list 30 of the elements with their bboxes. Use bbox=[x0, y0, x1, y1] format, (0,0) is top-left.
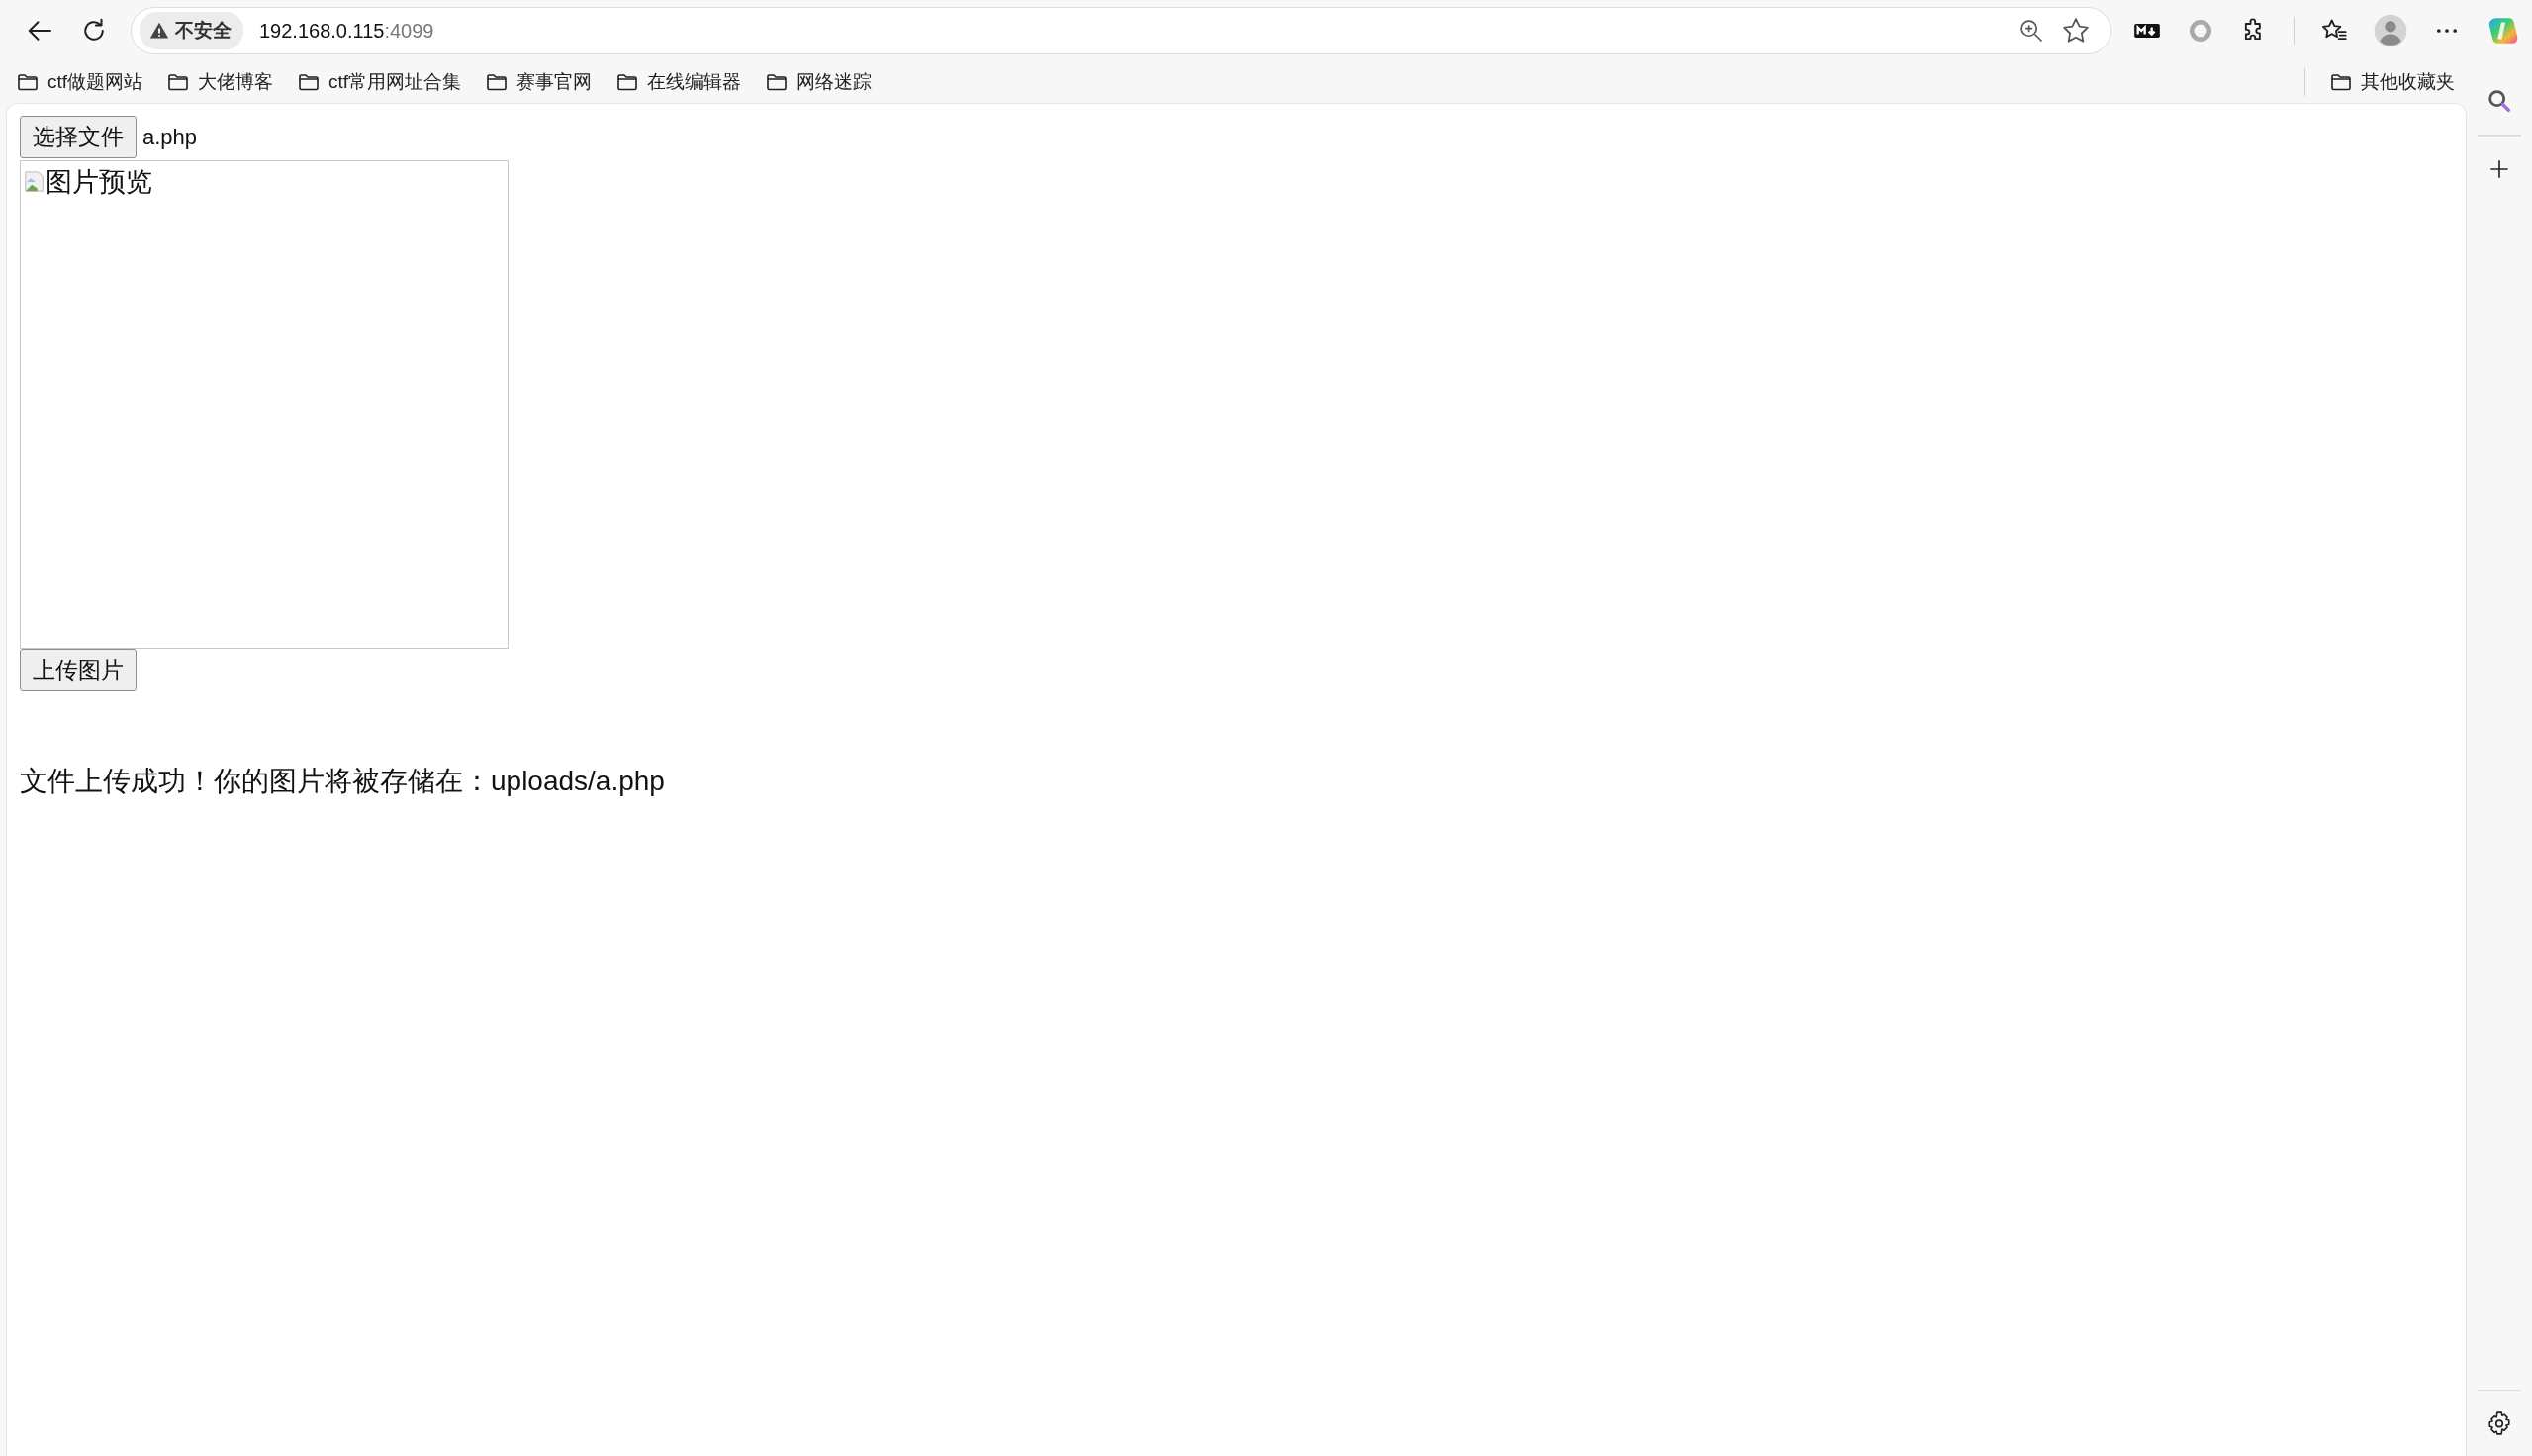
image-alt-text: 图片预览 bbox=[46, 166, 152, 199]
choose-file-button[interactable]: 选择文件 bbox=[20, 116, 137, 158]
upload-message: 文件上传成功！你的图片将被存储在：uploads/a.php bbox=[20, 765, 666, 798]
warning-icon bbox=[149, 21, 169, 41]
bookmark-item[interactable]: 网络迷踪 bbox=[765, 69, 873, 95]
bookmark-label: ctf做题网站 bbox=[47, 70, 143, 94]
file-name: a.php bbox=[142, 124, 198, 150]
bookmark-label: ctf常用网址合集 bbox=[328, 70, 462, 94]
bookmark-item[interactable]: 大佬博客 bbox=[166, 69, 274, 95]
avatar-icon[interactable] bbox=[2374, 14, 2407, 47]
broken-image-icon bbox=[24, 171, 46, 193]
address-bar[interactable]: 不安全 192.168.0.115:4099 bbox=[131, 7, 2111, 54]
bookmark-label: 网络迷踪 bbox=[797, 70, 873, 94]
bookmark-label: 其他收藏夹 bbox=[2361, 70, 2455, 94]
url-host: 192.168.0.115 bbox=[259, 19, 385, 43]
url-port: :4099 bbox=[384, 19, 434, 43]
bookmark-label: 赛事官网 bbox=[516, 70, 593, 94]
bookmark-label: 大佬博客 bbox=[198, 70, 274, 94]
security-badge[interactable]: 不安全 bbox=[140, 12, 243, 49]
bookmark-item[interactable]: 在线编辑器 bbox=[615, 69, 742, 95]
star-icon[interactable] bbox=[2060, 16, 2091, 46]
bookmark-label: 在线编辑器 bbox=[647, 70, 742, 94]
settings-icon[interactable] bbox=[2486, 1410, 2512, 1436]
bookmark-item[interactable]: 赛事官网 bbox=[485, 69, 593, 95]
search-icon[interactable] bbox=[2485, 87, 2513, 115]
upload-button[interactable]: 上传图片 bbox=[20, 649, 137, 691]
security-label: 不安全 bbox=[175, 19, 232, 43]
bookmark-item[interactable]: ctf常用网址合集 bbox=[297, 69, 462, 95]
bookmark-item[interactable]: 其他收藏夹 bbox=[2329, 69, 2455, 95]
bookmark-item[interactable]: ctf做题网站 bbox=[16, 69, 143, 95]
